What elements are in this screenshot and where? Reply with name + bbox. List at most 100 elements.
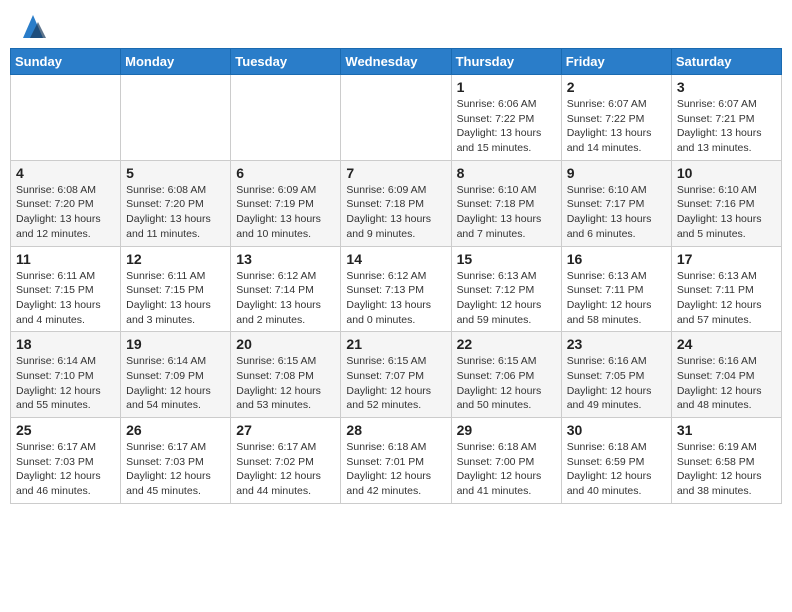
calendar-cell: 14Sunrise: 6:12 AM Sunset: 7:13 PM Dayli…: [341, 246, 451, 332]
calendar-cell: [341, 75, 451, 161]
weekday-header-tuesday: Tuesday: [231, 49, 341, 75]
day-info: Sunrise: 6:16 AM Sunset: 7:05 PM Dayligh…: [567, 354, 666, 413]
day-number: 31: [677, 422, 776, 438]
day-info: Sunrise: 6:12 AM Sunset: 7:14 PM Dayligh…: [236, 269, 335, 328]
day-number: 29: [457, 422, 556, 438]
day-number: 19: [126, 336, 225, 352]
calendar-week-row: 18 Sunrise: 6:14 AM Sunset: 7:10 PM Dayli…: [11, 332, 782, 418]
day-info: Sunrise: 6:18 AM Sunset: 6:59 PM Dayligh…: [567, 440, 666, 499]
calendar-cell: 2 Sunrise: 6:07 AM Sunset: 7:22 PM Daylig…: [561, 75, 671, 161]
day-info: Sunrise: 6:17 AM Sunset: 7:02 PM Dayligh…: [236, 440, 335, 499]
day-info: Sunrise: 6:14 AM Sunset: 7:09 PM Dayligh…: [126, 354, 225, 413]
page-header: [10, 10, 782, 38]
day-number: 4: [16, 165, 115, 181]
weekday-header-wednesday: Wednesday: [341, 49, 451, 75]
calendar-cell: 15Sunrise: 6:13 AM Sunset: 7:12 PM Dayli…: [451, 246, 561, 332]
calendar-cell: 30 Sunrise: 6:18 AM Sunset: 6:59 PM Dayli…: [561, 418, 671, 504]
day-info: Sunrise: 6:09 AM Sunset: 7:18 PM Dayligh…: [346, 183, 445, 242]
weekday-header-row: SundayMondayTuesdayWednesdayThursdayFrid…: [11, 49, 782, 75]
calendar-cell: 13 Sunrise: 6:12 AM Sunset: 7:14 PM Dayli…: [231, 246, 341, 332]
day-number: 20: [236, 336, 335, 352]
calendar-cell: 3 Sunrise: 6:07 AM Sunset: 7:21 PM Daylig…: [671, 75, 781, 161]
calendar-cell: 18 Sunrise: 6:14 AM Sunset: 7:10 PM Dayli…: [11, 332, 121, 418]
day-info: Sunrise: 6:13 AM Sunset: 7:11 PM Dayligh…: [567, 269, 666, 328]
day-info: Sunrise: 6:10 AM Sunset: 7:18 PM Dayligh…: [457, 183, 556, 242]
calendar-cell: [121, 75, 231, 161]
calendar-cell: 29 Sunrise: 6:18 AM Sunset: 7:00 PM Dayli…: [451, 418, 561, 504]
day-info: Sunrise: 6:18 AM Sunset: 7:01 PM Dayligh…: [346, 440, 445, 499]
calendar-cell: 6 Sunrise: 6:09 AM Sunset: 7:19 PM Daylig…: [231, 160, 341, 246]
calendar-cell: 23Sunrise: 6:16 AM Sunset: 7:05 PM Dayli…: [561, 332, 671, 418]
calendar-cell: 20 Sunrise: 6:15 AM Sunset: 7:08 PM Dayli…: [231, 332, 341, 418]
day-number: 14: [346, 251, 445, 267]
day-number: 30: [567, 422, 666, 438]
day-info: Sunrise: 6:09 AM Sunset: 7:19 PM Dayligh…: [236, 183, 335, 242]
calendar-cell: 16 Sunrise: 6:13 AM Sunset: 7:11 PM Dayli…: [561, 246, 671, 332]
day-number: 3: [677, 79, 776, 95]
day-number: 10: [677, 165, 776, 181]
calendar-cell: 8 Sunrise: 6:10 AM Sunset: 7:18 PM Daylig…: [451, 160, 561, 246]
day-info: Sunrise: 6:19 AM Sunset: 6:58 PM Dayligh…: [677, 440, 776, 499]
weekday-header-saturday: Saturday: [671, 49, 781, 75]
day-number: 24: [677, 336, 776, 352]
day-info: Sunrise: 6:16 AM Sunset: 7:04 PM Dayligh…: [677, 354, 776, 413]
day-number: 2: [567, 79, 666, 95]
day-number: 15: [457, 251, 556, 267]
calendar-cell: 7 Sunrise: 6:09 AM Sunset: 7:18 PM Daylig…: [341, 160, 451, 246]
day-number: 11: [16, 251, 115, 267]
calendar-cell: 1Sunrise: 6:06 AM Sunset: 7:22 PM Daylig…: [451, 75, 561, 161]
calendar-week-row: 11 Sunrise: 6:11 AM Sunset: 7:15 PM Dayli…: [11, 246, 782, 332]
weekday-header-monday: Monday: [121, 49, 231, 75]
calendar-cell: 25 Sunrise: 6:17 AM Sunset: 7:03 PM Dayli…: [11, 418, 121, 504]
calendar-cell: 19 Sunrise: 6:14 AM Sunset: 7:09 PM Dayli…: [121, 332, 231, 418]
day-info: Sunrise: 6:14 AM Sunset: 7:10 PM Dayligh…: [16, 354, 115, 413]
calendar-week-row: 1Sunrise: 6:06 AM Sunset: 7:22 PM Daylig…: [11, 75, 782, 161]
calendar-cell: 24 Sunrise: 6:16 AM Sunset: 7:04 PM Dayli…: [671, 332, 781, 418]
weekday-header-thursday: Thursday: [451, 49, 561, 75]
day-info: Sunrise: 6:18 AM Sunset: 7:00 PM Dayligh…: [457, 440, 556, 499]
day-number: 16: [567, 251, 666, 267]
calendar-cell: 28 Sunrise: 6:18 AM Sunset: 7:01 PM Dayli…: [341, 418, 451, 504]
day-number: 21: [346, 336, 445, 352]
day-info: Sunrise: 6:07 AM Sunset: 7:21 PM Dayligh…: [677, 97, 776, 156]
calendar-cell: 5 Sunrise: 6:08 AM Sunset: 7:20 PM Daylig…: [121, 160, 231, 246]
calendar-cell: 31 Sunrise: 6:19 AM Sunset: 6:58 PM Dayli…: [671, 418, 781, 504]
day-number: 25: [16, 422, 115, 438]
calendar-cell: 9Sunrise: 6:10 AM Sunset: 7:17 PM Daylig…: [561, 160, 671, 246]
calendar-week-row: 25 Sunrise: 6:17 AM Sunset: 7:03 PM Dayli…: [11, 418, 782, 504]
calendar-cell: 17 Sunrise: 6:13 AM Sunset: 7:11 PM Dayli…: [671, 246, 781, 332]
day-info: Sunrise: 6:15 AM Sunset: 7:06 PM Dayligh…: [457, 354, 556, 413]
calendar-cell: 27Sunrise: 6:17 AM Sunset: 7:02 PM Dayli…: [231, 418, 341, 504]
day-number: 8: [457, 165, 556, 181]
day-number: 18: [16, 336, 115, 352]
logo: [15, 10, 48, 38]
day-info: Sunrise: 6:17 AM Sunset: 7:03 PM Dayligh…: [16, 440, 115, 499]
calendar-cell: 12Sunrise: 6:11 AM Sunset: 7:15 PM Dayli…: [121, 246, 231, 332]
day-number: 7: [346, 165, 445, 181]
calendar-cell: 26 Sunrise: 6:17 AM Sunset: 7:03 PM Dayli…: [121, 418, 231, 504]
day-info: Sunrise: 6:15 AM Sunset: 7:08 PM Dayligh…: [236, 354, 335, 413]
calendar-week-row: 4 Sunrise: 6:08 AM Sunset: 7:20 PM Daylig…: [11, 160, 782, 246]
day-info: Sunrise: 6:08 AM Sunset: 7:20 PM Dayligh…: [126, 183, 225, 242]
day-info: Sunrise: 6:10 AM Sunset: 7:17 PM Dayligh…: [567, 183, 666, 242]
day-info: Sunrise: 6:07 AM Sunset: 7:22 PM Dayligh…: [567, 97, 666, 156]
day-number: 6: [236, 165, 335, 181]
weekday-header-friday: Friday: [561, 49, 671, 75]
calendar-table: SundayMondayTuesdayWednesdayThursdayFrid…: [10, 48, 782, 504]
logo-icon: [18, 10, 48, 38]
day-info: Sunrise: 6:06 AM Sunset: 7:22 PM Dayligh…: [457, 97, 556, 156]
day-number: 17: [677, 251, 776, 267]
day-info: Sunrise: 6:15 AM Sunset: 7:07 PM Dayligh…: [346, 354, 445, 413]
weekday-header-sunday: Sunday: [11, 49, 121, 75]
day-number: 28: [346, 422, 445, 438]
day-number: 26: [126, 422, 225, 438]
calendar-cell: 22Sunrise: 6:15 AM Sunset: 7:06 PM Dayli…: [451, 332, 561, 418]
day-info: Sunrise: 6:11 AM Sunset: 7:15 PM Dayligh…: [16, 269, 115, 328]
day-number: 13: [236, 251, 335, 267]
day-info: Sunrise: 6:10 AM Sunset: 7:16 PM Dayligh…: [677, 183, 776, 242]
day-number: 5: [126, 165, 225, 181]
day-info: Sunrise: 6:13 AM Sunset: 7:11 PM Dayligh…: [677, 269, 776, 328]
day-info: Sunrise: 6:17 AM Sunset: 7:03 PM Dayligh…: [126, 440, 225, 499]
calendar-cell: 21 Sunrise: 6:15 AM Sunset: 7:07 PM Dayli…: [341, 332, 451, 418]
day-info: Sunrise: 6:08 AM Sunset: 7:20 PM Dayligh…: [16, 183, 115, 242]
